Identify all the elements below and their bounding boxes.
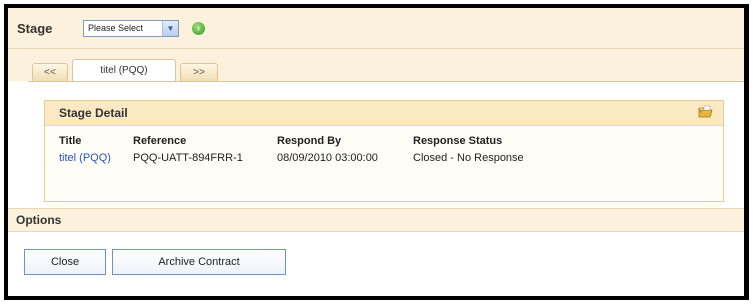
column-header: Response Status [413, 135, 503, 147]
folder-open-icon[interactable] [698, 105, 713, 118]
column-header: Reference [133, 135, 187, 147]
stage-detail-header: Stage Detail [45, 101, 723, 126]
stage-detail-panel: Stage Detail Title titel (PQQ) Reference… [44, 100, 724, 202]
page-content: Stage Please Select ▼ › << titel (PQQ) >… [8, 8, 744, 296]
stage-label: Stage [17, 21, 53, 36]
tab-previous[interactable]: << [32, 63, 68, 81]
response-status-value: Closed - No Response [413, 152, 524, 164]
go-arrow-icon[interactable]: › [192, 22, 205, 35]
title-link[interactable]: titel (PQQ) [59, 152, 111, 164]
column-title: Title titel (PQQ) [59, 135, 111, 164]
stage-select[interactable]: Please Select ▼ [83, 20, 179, 37]
tab-titel-pqq[interactable]: titel (PQQ) [72, 59, 176, 81]
column-header: Respond By [277, 135, 342, 147]
tab-next[interactable]: >> [180, 63, 218, 81]
stage-bar: Stage Please Select ▼ › [8, 8, 744, 49]
close-button[interactable]: Close [24, 249, 106, 275]
stage-detail-title: Stage Detail [59, 106, 128, 120]
chevron-down-icon[interactable]: ▼ [162, 21, 178, 36]
options-bar: Options [8, 208, 744, 232]
archive-contract-button[interactable]: Archive Contract [112, 249, 286, 275]
column-header: Title [59, 135, 82, 147]
main-content: Stage Detail Title titel (PQQ) Reference… [8, 82, 744, 208]
options-label: Options [16, 213, 62, 227]
column-respond-by: Respond By 08/09/2010 03:00:00 [277, 135, 378, 164]
tab-bar: << titel (PQQ) >> [8, 49, 744, 81]
stage-select-value: Please Select [88, 23, 144, 33]
reference-value: PQQ-UATT-894FRR-1 [133, 152, 243, 164]
column-reference: Reference PQQ-UATT-894FRR-1 [133, 135, 243, 164]
respond-by-value: 08/09/2010 03:00:00 [277, 152, 378, 164]
column-response-status: Response Status Closed - No Response [413, 135, 524, 164]
